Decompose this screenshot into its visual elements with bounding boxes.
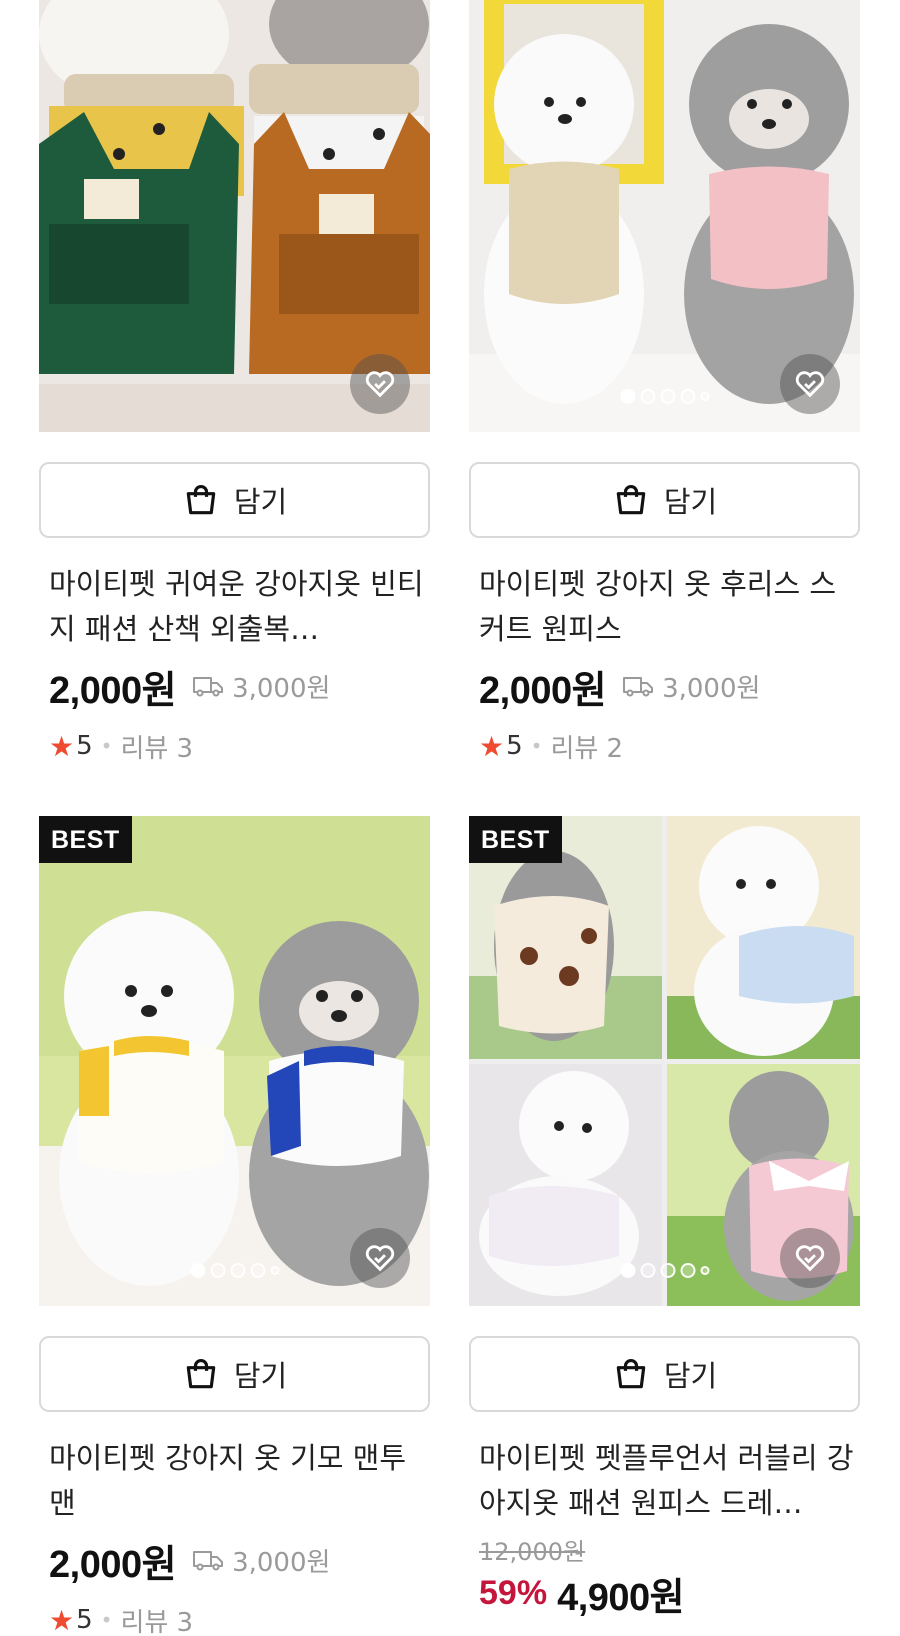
product-title[interactable]: 마이티펫 강아지 옷 기모 맨투맨 (39, 1436, 430, 1526)
add-to-cart-label: 담기 (663, 1359, 718, 1393)
carousel-dot[interactable] (660, 1263, 675, 1278)
shipping-fee: 3,000원 (192, 668, 330, 705)
best-badge: BEST (39, 816, 132, 863)
shopping-bag-icon (616, 485, 646, 515)
carousel-dot[interactable] (680, 389, 695, 404)
star-icon: ★ (49, 729, 75, 763)
shopping-bag-icon (616, 1359, 646, 1389)
carousel-dot[interactable] (640, 1263, 655, 1278)
carousel-dot[interactable] (640, 389, 655, 404)
product-title[interactable]: 마이티펫 강아지 옷 후리스 스커트 원피스 (469, 562, 860, 652)
add-to-cart-button[interactable]: 담기 (469, 1336, 860, 1412)
image-carousel-dots[interactable] (190, 1263, 279, 1278)
rating-value: 5 (76, 1605, 93, 1635)
product-card[interactable]: BEST 담기 마이티펫 펫플루언서 러블리 강아지옷 패션 원피스 드레… 1… (469, 816, 860, 1619)
carousel-dot[interactable] (210, 1263, 225, 1278)
review-count: 리뷰 3 (120, 733, 194, 764)
product-title[interactable]: 마이티펫 귀여운 강아지옷 빈티지 패션 산책 외출복… (39, 562, 430, 652)
rating-value: 5 (506, 731, 523, 761)
add-to-cart-label: 담기 (663, 485, 718, 519)
heart-icon (365, 1245, 395, 1272)
product-title[interactable]: 마이티펫 펫플루언서 러블리 강아지옷 패션 원피스 드레… (469, 1436, 860, 1526)
rating-value: 5 (76, 731, 93, 761)
carousel-dot[interactable] (620, 389, 635, 404)
separator-dot: • (530, 734, 543, 758)
truck-icon (193, 677, 224, 697)
star-icon: ★ (49, 1603, 75, 1636)
heart-icon (795, 1245, 825, 1272)
carousel-dot[interactable] (700, 1266, 709, 1275)
carousel-dot[interactable] (250, 1263, 265, 1278)
carousel-dot[interactable] (700, 392, 709, 401)
shipping-fee-value: 3,000원 (662, 673, 761, 704)
heart-icon (365, 371, 395, 398)
carousel-dot[interactable] (660, 389, 675, 404)
product-image[interactable]: BEST (39, 816, 430, 1306)
product-image[interactable] (469, 0, 860, 432)
review-count: 리뷰 2 (550, 733, 624, 764)
add-to-cart-label: 담기 (233, 1359, 288, 1393)
separator-dot: • (100, 1608, 113, 1632)
truck-icon (623, 677, 654, 697)
product-price: 2,000원 (479, 669, 607, 712)
wishlist-button[interactable] (350, 1228, 410, 1288)
shipping-fee-value: 3,000원 (232, 1547, 331, 1578)
product-price: 4,900원 (557, 1576, 685, 1619)
carousel-dot[interactable] (270, 1266, 279, 1275)
product-image[interactable]: BEST (469, 816, 860, 1306)
shipping-fee: 3,000원 (622, 668, 760, 705)
product-card[interactable]: 담기 마이티펫 귀여운 강아지옷 빈티지 패션 산책 외출복… 2,000원 3… (39, 0, 430, 766)
truck-icon (193, 1551, 224, 1571)
add-to-cart-button[interactable]: 담기 (469, 462, 860, 538)
shopping-bag-icon (186, 485, 216, 515)
carousel-dot[interactable] (620, 1263, 635, 1278)
rating-row: ★ 5 • 리뷰 3 (39, 1600, 430, 1636)
product-card[interactable]: BEST 담기 마이티펫 강아지 옷 기모 맨투맨 2,000원 3,000원 … (39, 816, 430, 1636)
product-card[interactable]: 담기 마이티펫 강아지 옷 후리스 스커트 원피스 2,000원 3,000원 … (469, 0, 860, 766)
add-to-cart-label: 담기 (233, 485, 288, 519)
rating-row: ★ 5 • 리뷰 2 (469, 726, 860, 766)
wishlist-button[interactable] (780, 354, 840, 414)
wishlist-button[interactable] (350, 354, 410, 414)
product-price: 2,000원 (49, 669, 177, 712)
discount-rate: 59% (479, 1573, 548, 1612)
carousel-dot[interactable] (680, 1263, 695, 1278)
add-to-cart-button[interactable]: 담기 (39, 1336, 430, 1412)
product-price: 2,000원 (49, 1543, 177, 1586)
star-icon: ★ (479, 729, 505, 763)
wishlist-button[interactable] (780, 1228, 840, 1288)
product-image[interactable] (39, 0, 430, 432)
shipping-fee: 3,000원 (192, 1542, 330, 1579)
best-badge: BEST (469, 816, 562, 863)
carousel-dot[interactable] (230, 1263, 245, 1278)
add-to-cart-button[interactable]: 담기 (39, 462, 430, 538)
original-price: 12,000원 (479, 1538, 586, 1566)
heart-icon (795, 371, 825, 398)
carousel-dot[interactable] (190, 1263, 205, 1278)
separator-dot: • (100, 734, 113, 758)
shipping-fee-value: 3,000원 (232, 673, 331, 704)
image-carousel-dots[interactable] (620, 389, 709, 404)
shopping-bag-icon (186, 1359, 216, 1389)
image-carousel-dots[interactable] (620, 1263, 709, 1278)
review-count: 리뷰 3 (120, 1607, 194, 1636)
rating-row: ★ 5 • 리뷰 3 (39, 726, 430, 766)
